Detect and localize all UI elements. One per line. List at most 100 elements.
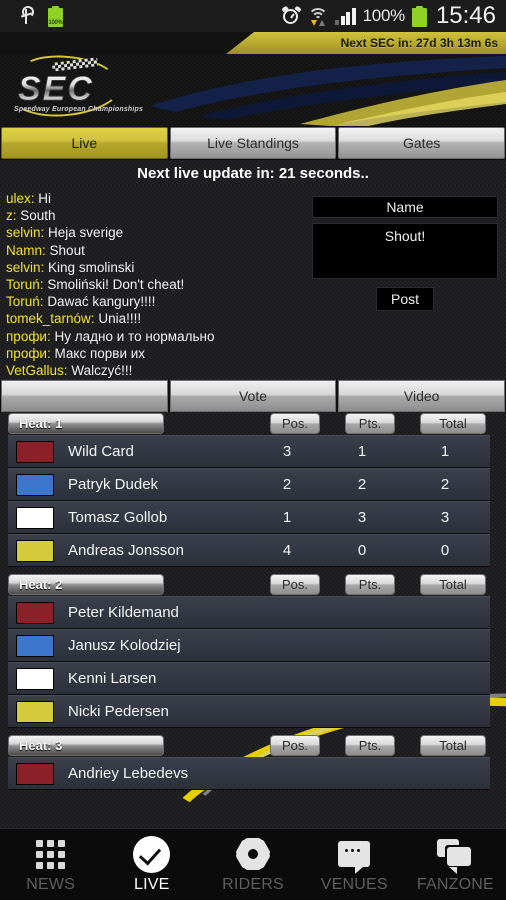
rider-row[interactable]: Andreas Jonsson 4 0 0 <box>8 534 490 567</box>
heats-scroll-container[interactable]: Heat: 1 Pos. Pts. Total Wild Card 3 1 1 … <box>0 412 506 790</box>
column-header-total[interactable]: Total <box>420 574 486 595</box>
rider-name: Andriey Lebedevs <box>68 765 189 782</box>
tab-chat[interactable] <box>1 380 168 412</box>
nav-label-fanzone: FANZONE <box>416 876 494 893</box>
chat-text: Walczyć!!! <box>71 363 133 379</box>
rider-row[interactable]: Wild Card 3 1 1 <box>8 435 490 468</box>
battery-icon: 100% <box>48 5 63 27</box>
chat-text: Dawać kangury!!!! <box>47 294 156 310</box>
next-sec-countdown: Next SEC in: 27d 3h 13m 6s <box>226 32 506 54</box>
chat-username: ulex <box>6 191 31 206</box>
rider-row[interactable]: Peter Kildemand <box>8 596 490 629</box>
rider-name: Wild Card <box>68 443 134 460</box>
rider-row[interactable]: Kenni Larsen <box>8 662 490 695</box>
heat-block: Heat: 1 Pos. Pts. Total Wild Card 3 1 1 … <box>8 412 490 567</box>
tab-live-standings[interactable]: Live Standings <box>169 127 337 159</box>
heat-label[interactable]: Heat: 1 <box>8 413 164 434</box>
nav-item-live[interactable]: LIVE <box>101 835 202 894</box>
rider-row[interactable]: Andriey Lebedevs <box>8 757 490 790</box>
tab-live[interactable]: Live <box>1 127 168 159</box>
rider-name: Janusz Kolodziej <box>68 637 181 654</box>
chat-message-list[interactable]: ulex: Hi z: South selvin: Heja sverige N… <box>0 186 312 380</box>
shout-input[interactable] <box>312 223 498 279</box>
heat-header: Heat: 3 Pos. Pts. Total <box>8 734 490 757</box>
tab-gates[interactable]: Gates <box>338 127 506 159</box>
column-header-pts[interactable]: Pts. <box>345 413 395 434</box>
chat-text: Hi <box>38 191 52 206</box>
nav-label-venues: VENUES <box>320 876 388 893</box>
nav-item-news[interactable]: NEWS <box>0 835 101 894</box>
chat-text: King smolinski <box>48 259 135 275</box>
chat-username: tomek_tarnów <box>6 311 91 327</box>
rider-row[interactable]: Tomasz Gollob 1 3 3 <box>8 501 490 534</box>
app-root: 100% 100% 15:46 Next SEC in: 27d 3h 13m … <box>0 0 506 900</box>
chat-username: selvin <box>6 225 41 241</box>
heats-section[interactable]: Heat: 1 Pos. Pts. Total Wild Card 3 1 1 … <box>0 412 506 828</box>
chat-message: ulex: Hi <box>6 191 52 206</box>
chat-message: профи: Ну ладно и то нормально <box>6 328 215 344</box>
gate-color-swatch <box>16 700 54 723</box>
chat-message: selvin: Heja sverige <box>6 225 124 241</box>
rider-row[interactable]: Nicki Pedersen <box>8 695 490 728</box>
shout-form: Post <box>312 186 506 380</box>
nav-item-venues[interactable]: VENUES <box>304 835 405 894</box>
chat-username: VetGallus <box>6 363 64 379</box>
rider-pts: 2 <box>357 476 367 493</box>
column-header-total[interactable]: Total <box>420 413 486 434</box>
status-right-icons: 100% 15:46 <box>281 2 506 30</box>
rider-pos: 2 <box>282 476 292 493</box>
rider-name: Peter Kildemand <box>68 604 179 621</box>
chat-message: tomek_tarnów: Unia!!!! <box>6 311 142 327</box>
check-circle-icon <box>133 835 171 873</box>
rider-pts: 1 <box>357 443 367 460</box>
gate-color-swatch <box>16 506 54 529</box>
heat-label[interactable]: Heat: 2 <box>8 574 164 595</box>
gate-color-swatch <box>16 473 54 496</box>
rider-pts: 0 <box>357 542 367 559</box>
nav-label-riders: RIDERS <box>222 876 284 893</box>
column-header-pts[interactable]: Pts. <box>345 574 395 595</box>
countdown-banner-row: Next SEC in: 27d 3h 13m 6s <box>0 32 506 54</box>
status-left-icons: 100% <box>0 5 63 27</box>
column-header-pos[interactable]: Pos. <box>270 574 320 595</box>
wifi-icon <box>308 7 329 26</box>
post-button[interactable]: Post <box>375 287 434 311</box>
chat-username: Toruń <box>6 277 40 293</box>
nav-label-news: NEWS <box>26 876 75 893</box>
chat-text: Макс порви их <box>54 345 146 361</box>
rider-total: 1 <box>440 443 450 460</box>
rider-row[interactable]: Patryk Dudek 2 2 2 <box>8 468 490 501</box>
column-header-total[interactable]: Total <box>420 735 486 756</box>
rider-total: 0 <box>440 542 450 559</box>
chat-text: South <box>20 208 56 224</box>
chat-bubbles-icon <box>437 835 473 874</box>
chat-text: Shout <box>49 242 85 258</box>
battery-percent-label: 100% <box>362 6 406 25</box>
chat-username: selvin <box>6 259 41 275</box>
gate-color-swatch <box>16 667 54 690</box>
system-status-bar: 100% 100% 15:46 <box>0 0 506 32</box>
column-header-pos[interactable]: Pos. <box>270 735 320 756</box>
chat-text: Ну ладно и то нормально <box>54 328 215 344</box>
rider-row[interactable]: Janusz Kolodziej <box>8 629 490 662</box>
nav-item-riders[interactable]: RIDERS <box>202 835 303 894</box>
rider-pos: 3 <box>282 443 292 460</box>
heat-label[interactable]: Heat: 3 <box>8 735 164 756</box>
alarm-clock-icon <box>281 5 302 26</box>
name-input[interactable] <box>312 196 498 218</box>
rider-name: Nicki Pedersen <box>68 703 169 720</box>
battery-level-label: 100% <box>48 19 63 26</box>
chat-message: selvin: King smolinski <box>6 259 135 275</box>
column-header-pts[interactable]: Pts. <box>345 735 395 756</box>
usb-icon <box>18 6 34 26</box>
nav-item-fanzone[interactable]: FANZONE <box>405 835 506 894</box>
live-update-status: Next live update in: 21 seconds.. <box>0 160 506 186</box>
rider-pos: 1 <box>282 509 292 526</box>
chat-username: Toruń <box>6 294 40 310</box>
column-header-pos[interactable]: Pos. <box>270 413 320 434</box>
tab-video[interactable]: Video <box>338 380 506 412</box>
chat-username: Namn <box>6 242 43 258</box>
tab-vote[interactable]: Vote <box>169 380 337 412</box>
chat-message: Namn: Shout <box>6 242 85 258</box>
app-header: SEC Speedway European Championships <box>0 54 506 126</box>
